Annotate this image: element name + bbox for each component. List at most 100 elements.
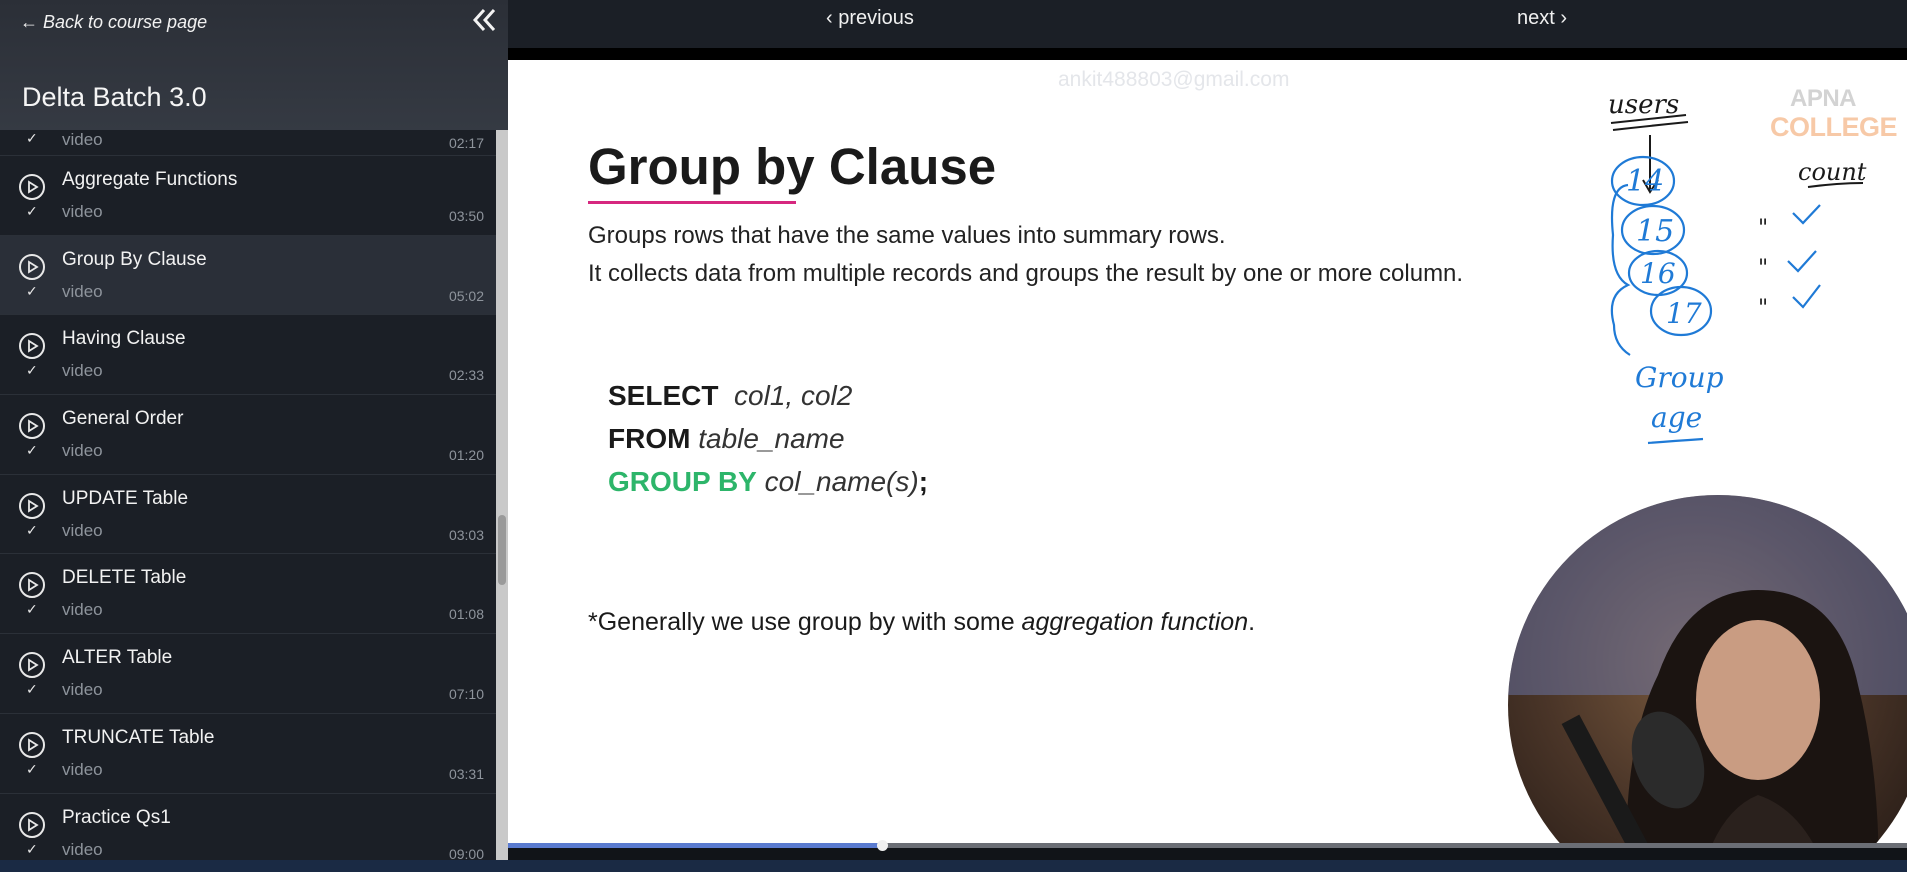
sql-line-from: FROM table_name [608, 423, 845, 455]
footnote-text: *Generally we use group by with some [588, 608, 1022, 636]
lesson-item[interactable]: Aggregate Functions ✓ video 03:50 [0, 156, 496, 236]
lesson-title: TRUNCATE Table [62, 726, 215, 748]
check-icon: ✓ [26, 840, 38, 857]
taskbar-strip [0, 860, 1907, 872]
lesson-item[interactable]: TRUNCATE Table ✓ video 03:31 [0, 714, 496, 794]
lesson-type: video [62, 202, 103, 221]
play-circle-icon [19, 811, 45, 838]
slide-description-line2: It collects data from multiple records a… [588, 260, 1464, 287]
check-icon: ✓ [26, 521, 38, 538]
check-icon: ✓ [26, 681, 38, 698]
progress-knob[interactable] [876, 840, 888, 851]
annotation-value-15: 15 [1636, 214, 1674, 249]
lesson-type: video [62, 680, 103, 700]
check-icon: ✓ [26, 442, 38, 459]
video-progress-bar[interactable] [508, 840, 1907, 851]
play-circle-icon [19, 572, 45, 599]
play-circle-icon [19, 413, 45, 440]
presenter-webcam [1508, 495, 1907, 844]
lesson-title: ALTER Table [62, 647, 173, 669]
sql-args: col_name(s) [764, 466, 919, 497]
annotation-value-16: 16 [1640, 257, 1676, 290]
lesson-type: video [62, 839, 103, 859]
email-watermark: ankit488803@gmail.com [1058, 68, 1290, 91]
check-icon: ✓ [26, 203, 38, 219]
annotation-ditto: " [1758, 256, 1768, 281]
check-icon: ✓ [26, 282, 38, 299]
lesson-type: video [62, 130, 103, 149]
lesson-duration: 02:33 [448, 367, 484, 384]
lesson-duration: 03:03 [448, 526, 484, 543]
footnote-end: . [1248, 608, 1256, 636]
lesson-title: Having Clause [62, 328, 186, 350]
annotation-age: age [1651, 401, 1702, 434]
lesson-duration: 01:08 [448, 606, 484, 623]
previous-button[interactable]: ‹ previous [826, 7, 914, 30]
lesson-item[interactable]: ✓ video 02:17 [0, 130, 496, 156]
lesson-title: Practice Qs1 [62, 806, 171, 828]
lesson-type: video [62, 281, 103, 301]
sidebar-header: ← Back to course page Delta Batch 3.0 [0, 0, 508, 130]
sql-keyword: SELECT [608, 380, 719, 411]
check-icon: ✓ [26, 130, 38, 146]
lesson-type: video [62, 520, 103, 540]
sidebar-scrollbar[interactable] [496, 130, 508, 860]
play-circle-icon [19, 731, 45, 758]
lesson-item[interactable]: Practice Qs1 ✓ video 09:00 [0, 794, 496, 861]
sql-keyword: FROM [608, 423, 691, 454]
play-circle-icon [19, 333, 45, 360]
lesson-title: DELETE Table [62, 567, 187, 589]
lesson-item[interactable]: UPDATE Table ✓ video 03:03 [0, 475, 496, 555]
video-frame: ankit488803@gmail.com APNA COLLEGE Group… [508, 60, 1907, 844]
lesson-item[interactable]: General Order ✓ video 01:20 [0, 395, 496, 475]
lesson-type: video [62, 600, 103, 620]
lesson-item[interactable]: Having Clause ✓ video 02:33 [0, 315, 496, 396]
lesson-duration: 02:17 [448, 135, 484, 151]
title-underline [588, 201, 796, 204]
annotation-value-14: 14 [1626, 164, 1664, 199]
check-icon: ✓ [26, 601, 38, 618]
sql-line-groupby: GROUP BY col_name(s); [608, 466, 928, 498]
footnote-emphasis: aggregation function [1021, 608, 1249, 636]
check-icon: ✓ [26, 760, 38, 777]
annotation-users: users [1608, 90, 1679, 120]
play-circle-icon [19, 174, 45, 200]
annotation-value-17: 17 [1666, 297, 1702, 330]
lesson-item[interactable]: ALTER Table ✓ video 07:10 [0, 634, 496, 714]
scrollbar-thumb[interactable] [498, 515, 506, 585]
lesson-type: video [62, 759, 103, 779]
slide-footnote: *Generally we use group by with some agg… [588, 608, 1255, 637]
handwritten-annotations: users count 14 15 16 17 Group age " " " [1608, 90, 1867, 445]
lesson-list: ✓ video 02:17 Aggregate Functions ✓ vide… [0, 130, 496, 860]
lesson-nav-bar: ‹ previous next › [508, 0, 1907, 48]
play-circle-icon [19, 253, 45, 280]
video-player[interactable]: ankit488803@gmail.com APNA COLLEGE Group… [508, 48, 1907, 848]
lesson-type: video [62, 441, 103, 461]
next-button[interactable]: next › [1517, 7, 1567, 30]
annotation-group: Group [1635, 361, 1724, 394]
lesson-duration: 09:00 [448, 845, 484, 861]
lesson-type: video [62, 361, 103, 381]
lesson-item[interactable]: DELETE Table ✓ video 01:08 [0, 554, 496, 635]
back-to-course-link[interactable]: ← Back to course page [20, 12, 207, 33]
annotation-ditto: " [1758, 296, 1768, 321]
lesson-duration: 05:02 [448, 287, 484, 304]
sql-args: table_name [698, 423, 845, 454]
lesson-duration: 07:10 [448, 686, 484, 703]
play-circle-icon [19, 652, 45, 679]
sql-terminator: ; [918, 466, 929, 497]
sql-args: col1, col2 [734, 380, 853, 411]
sql-line-select: SELECT col1, col2 [608, 380, 852, 412]
lesson-duration: 03:50 [448, 208, 484, 224]
lesson-title: Group By Clause [62, 248, 207, 270]
play-circle-icon [19, 492, 45, 519]
course-sidebar: ← Back to course page Delta Batch 3.0 ✓ … [0, 0, 508, 872]
check-icon: ✓ [26, 362, 38, 379]
lesson-item-active[interactable]: Group By Clause ✓ video 05:02 [0, 235, 496, 316]
lesson-duration: 03:31 [448, 765, 484, 782]
slide-title: Group by Clause [588, 138, 997, 195]
slide-description-line1: Groups rows that have the same values in… [588, 222, 1226, 249]
double-chevron-left-icon[interactable] [470, 6, 498, 34]
annotation-ditto: " [1758, 216, 1768, 241]
sql-keyword: GROUP BY [608, 466, 757, 497]
